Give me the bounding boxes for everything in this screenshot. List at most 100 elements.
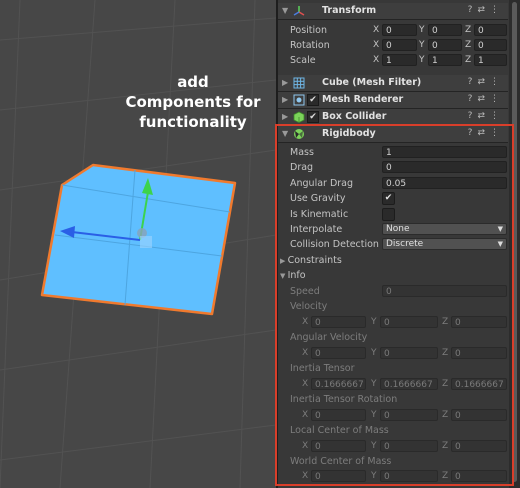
axis-y-label: Y [371,379,377,389]
axis-x-label: X [302,317,309,327]
position-z-field[interactable]: 0 [474,24,507,36]
rotation-z-field[interactable]: 0 [474,39,507,51]
box-collider-header[interactable]: ▶ ✔ Box Collider ?⇄⋮ [278,109,508,126]
collision-detection-value: Discrete [386,239,424,249]
velocity-x-field: 0 [311,316,366,328]
menu-icon[interactable]: ⋮ [490,128,504,138]
preset-icon[interactable]: ⇄ [477,5,490,15]
help-icon[interactable]: ? [468,94,478,104]
preset-icon[interactable]: ⇄ [477,77,490,87]
use-gravity-label: Use Gravity [290,193,346,204]
preset-icon[interactable]: ⇄ [477,94,490,104]
axis-x-label: X [302,471,309,481]
angular-velocity-label: Angular Velocity [290,332,368,343]
position-x-field[interactable]: 0 [382,24,417,36]
component-tools: ?⇄⋮ [468,128,504,138]
scrollbar-thumb[interactable] [512,2,517,482]
fold-arrow-icon[interactable]: ▶ [282,112,290,121]
caption-line-1: add [177,73,209,91]
inertia-rotation-label: Inertia Tensor Rotation [290,394,398,405]
scale-y-field[interactable]: 1 [428,54,462,66]
rotation-y-field[interactable]: 0 [428,39,462,51]
collision-detection-dropdown[interactable]: Discrete ▼ [382,238,507,250]
menu-icon[interactable]: ⋮ [490,5,504,15]
help-icon[interactable]: ? [468,128,478,138]
axis-z-label: Z [442,317,449,327]
grid-mesh-icon [293,77,305,89]
menu-icon[interactable]: ⋮ [490,77,504,87]
component-tools: ?⇄⋮ [468,77,504,87]
box-collider-enabled-checkbox[interactable]: ✔ [307,111,319,123]
world-com-label: World Center of Mass [290,456,392,467]
dropdown-arrow-icon: ▼ [497,240,503,248]
instruction-caption: add Components for functionality [120,72,266,132]
preset-icon[interactable]: ⇄ [477,128,490,138]
scale-x-field[interactable]: 1 [382,54,417,66]
speed-field: 0 [382,285,507,297]
axis-z-label: Z [442,471,449,481]
axis-x-label: X [302,441,309,451]
mesh-renderer-enabled-checkbox[interactable]: ✔ [307,94,319,106]
local-com-y-field: 0 [380,440,438,452]
rigidbody-title: Rigidbody [322,128,376,139]
inertia-rotation-z-field: 0 [451,409,507,421]
axis-z-label: Z [465,55,472,65]
inertia-rotation-x-field: 0 [311,409,366,421]
info-foldout[interactable]: ▼ Info [280,270,306,281]
preset-icon[interactable]: ⇄ [477,111,490,121]
caption-line-2: Components for [125,93,261,111]
fold-arrow-icon: ▶ [280,257,288,265]
rigidbody-ball-icon [293,128,305,140]
angular-drag-field[interactable]: 0.05 [382,177,507,189]
axis-z-label: Z [465,25,472,35]
scale-z-field[interactable]: 1 [474,54,507,66]
axis-y-label: Y [371,317,377,327]
green-cube-icon [293,111,305,123]
interpolate-dropdown[interactable]: None ▼ [382,223,507,235]
mesh-filter-header[interactable]: ▶ Cube (Mesh Filter) ?⇄⋮ [278,75,508,92]
angular-drag-label: Angular Drag [290,178,354,189]
local-com-x-field: 0 [311,440,366,452]
menu-icon[interactable]: ⋮ [490,94,504,104]
scale-label: Scale [290,55,316,66]
help-icon[interactable]: ? [468,77,478,87]
dropdown-arrow-icon: ▼ [497,225,503,233]
drag-field[interactable]: 0 [382,161,507,173]
is-kinematic-checkbox[interactable] [382,208,395,221]
axis-x-label: X [373,25,380,35]
rotation-x-field[interactable]: 0 [382,39,417,51]
constraints-foldout[interactable]: ▶ Constraints [280,255,342,266]
mesh-renderer-header[interactable]: ▶ ✔ Mesh Renderer ?⇄⋮ [278,92,508,109]
axis-y-label: Y [419,55,425,65]
scene-view[interactable]: add Components for functionality [0,0,276,488]
component-tools: ?⇄⋮ [468,111,504,121]
fold-arrow-icon[interactable]: ▶ [282,78,290,87]
axis-y-label: Y [419,40,425,50]
velocity-z-field: 0 [451,316,507,328]
mesh-filter-title: Cube (Mesh Filter) [322,77,422,88]
help-icon[interactable]: ? [468,111,478,121]
mass-field[interactable]: 1 [382,146,507,158]
transform-header[interactable]: ▼ Transform ?⇄⋮ [278,3,508,20]
fold-arrow-icon[interactable]: ▼ [282,6,290,15]
local-com-label: Local Center of Mass [290,425,389,436]
axis-x-label: X [302,348,309,358]
component-tools: ?⇄⋮ [468,5,504,15]
interpolate-value: None [386,224,410,234]
help-icon[interactable]: ? [468,5,478,15]
inspector-panel: ▼ Transform ?⇄⋮ Position X 0 Y 0 Z 0 Rot… [278,0,520,488]
angular-velocity-x-field: 0 [311,347,366,359]
fold-arrow-icon[interactable]: ▼ [282,129,290,138]
velocity-label: Velocity [290,301,328,312]
angular-velocity-y-field: 0 [380,347,438,359]
axis-x-label: X [302,379,309,389]
fold-arrow-icon[interactable]: ▶ [282,95,290,104]
rigidbody-header[interactable]: ▼ Rigidbody ?⇄⋮ [278,126,508,143]
position-y-field[interactable]: 0 [428,24,462,36]
velocity-y-field: 0 [380,316,438,328]
use-gravity-checkbox[interactable]: ✔ [382,192,395,205]
axis-y-label: Y [371,348,377,358]
axis-y-label: Y [371,410,377,420]
inertia-tensor-x-field: 0.1666667 [311,378,366,390]
menu-icon[interactable]: ⋮ [490,111,504,121]
